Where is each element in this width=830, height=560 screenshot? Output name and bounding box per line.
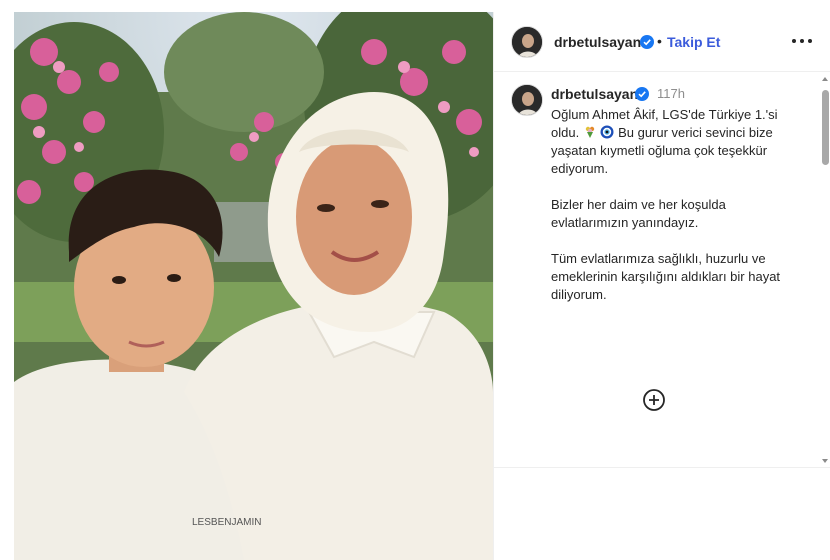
instagram-post-modal: LESBENJAMIN drbetulsayan • Takip Et drbe… bbox=[0, 0, 830, 560]
shirt-print-text: LESBENJAMIN bbox=[192, 517, 261, 528]
caption-text: Oğlum Ahmet Âkif, LGS'de Türkiye 1.'si o… bbox=[551, 106, 801, 322]
bouquet-emoji-icon bbox=[583, 125, 597, 139]
scroll-down-arrow-icon[interactable] bbox=[822, 459, 828, 463]
caption-comment: drbetulsayan 117h Oğlum Ahmet Âkif, LGS'… bbox=[494, 73, 814, 473]
load-more-comments-icon[interactable] bbox=[643, 389, 665, 411]
avatar[interactable] bbox=[511, 26, 543, 58]
post-username[interactable]: drbetulsayan bbox=[554, 34, 641, 50]
follow-button[interactable]: Takip Et bbox=[667, 34, 720, 50]
post-sidebar: drbetulsayan • Takip Et drbetulsayan 117… bbox=[493, 12, 830, 560]
caption-paragraph-2: Bizler her daim ve her koşulda evlatları… bbox=[551, 197, 726, 230]
scrollbar-thumb[interactable] bbox=[822, 90, 829, 165]
post-photo: LESBENJAMIN bbox=[14, 12, 493, 560]
evil-eye-emoji-icon bbox=[600, 125, 614, 139]
caption-username[interactable]: drbetulsayan bbox=[551, 86, 638, 102]
post-header: drbetulsayan • Takip Et bbox=[494, 12, 830, 72]
scroll-up-arrow-icon[interactable] bbox=[822, 77, 828, 81]
more-options-icon[interactable] bbox=[791, 30, 813, 50]
avatar[interactable] bbox=[511, 84, 543, 116]
comments-scrollbar[interactable] bbox=[821, 75, 830, 465]
verified-badge-icon bbox=[640, 35, 654, 49]
caption-paragraph-3: Tüm evlatlarımıza sağlıklı, huzurlu ve e… bbox=[551, 251, 781, 302]
verified-badge-icon bbox=[635, 87, 649, 101]
post-timestamp[interactable]: 117h bbox=[657, 86, 685, 101]
divider bbox=[493, 467, 830, 468]
separator-dot: • bbox=[657, 33, 662, 49]
